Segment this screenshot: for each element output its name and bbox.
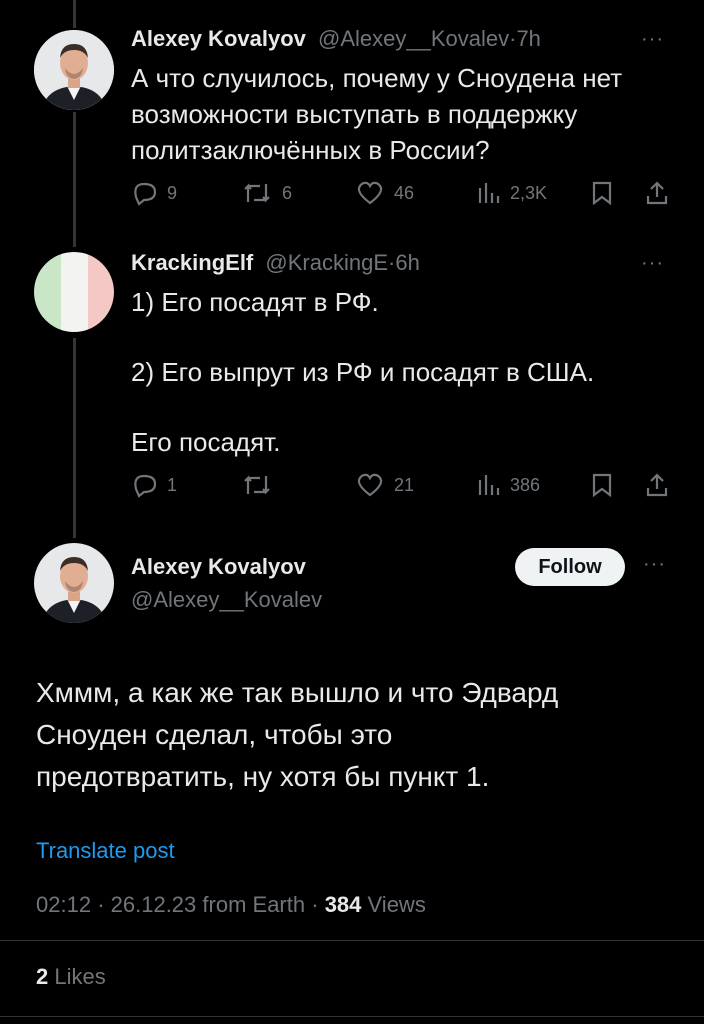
- tweet-line: предотвратить, ну хотя бы пункт 1.: [36, 761, 490, 792]
- views-icon: [478, 183, 500, 203]
- likes-stat[interactable]: 2 Likes: [36, 964, 106, 990]
- views-count: 2,3K: [510, 182, 548, 203]
- avatar[interactable]: [34, 252, 114, 332]
- timestamp[interactable]: 7h: [516, 26, 540, 51]
- like-button[interactable]: 21: [356, 472, 414, 498]
- tweet-line: А что случилось, почему у Сноудена нет: [131, 63, 623, 93]
- more-options-icon[interactable]: ···: [641, 28, 664, 51]
- author-handle[interactable]: @Alexey__Kovalev: [318, 26, 509, 51]
- share-button[interactable]: [645, 180, 669, 206]
- bookmark-button[interactable]: [591, 180, 613, 206]
- avatar[interactable]: [34, 543, 114, 623]
- author-name[interactable]: Alexey Kovalyov: [131, 554, 306, 580]
- post-time[interactable]: 02:12: [36, 892, 91, 917]
- reply-button[interactable]: 1: [131, 472, 177, 498]
- divider: [0, 940, 704, 941]
- share-button[interactable]: [645, 472, 669, 498]
- views-button[interactable]: 2,3K: [476, 180, 547, 206]
- author-handle[interactable]: @Alexey__Kovalev: [131, 587, 322, 613]
- tweet-text: А что случилось, почему у Сноудена нет в…: [131, 60, 622, 168]
- heart-icon: [357, 473, 383, 497]
- thread-line-1: [73, 112, 76, 247]
- separator: ·: [97, 892, 105, 917]
- like-button[interactable]: 46: [356, 180, 414, 206]
- views-count: 386: [510, 474, 541, 495]
- more-options-icon[interactable]: ···: [643, 553, 666, 576]
- tweet-line: Сноуден сделал, чтобы это: [36, 719, 393, 750]
- author-name[interactable]: KrackingElf: [131, 250, 253, 275]
- retweet-count: 6: [282, 182, 293, 203]
- retweet-icon: [244, 183, 270, 203]
- tweet-line: 1) Его посадят в РФ.: [131, 287, 379, 317]
- bookmark-icon: [592, 181, 612, 206]
- tweet-line: 2) Его выпрут из РФ и посадят в США.: [131, 357, 595, 387]
- like-count: 46: [394, 182, 415, 203]
- translate-link[interactable]: Translate post: [36, 838, 175, 864]
- post-date[interactable]: 26.12.23: [111, 892, 197, 917]
- tweet-line: Его посадят.: [131, 427, 281, 457]
- views-icon: [478, 475, 500, 495]
- timestamp[interactable]: 6h: [395, 250, 419, 275]
- heart-icon: [357, 181, 383, 205]
- views-count: 384: [324, 892, 362, 917]
- avatar[interactable]: [34, 30, 114, 110]
- separator: ·: [311, 892, 319, 917]
- reply-button[interactable]: 9: [131, 180, 177, 206]
- more-options-icon[interactable]: ···: [641, 252, 664, 275]
- likes-label: Likes: [54, 964, 106, 989]
- thread-line-2: [73, 338, 76, 538]
- bookmark-icon: [592, 473, 612, 498]
- bookmark-button[interactable]: [591, 472, 613, 498]
- tweet-line: политзаключённых в России?: [131, 135, 490, 165]
- reply-count: 1: [167, 474, 178, 495]
- tweet-text: 1) Его посадят в РФ. 2) Его выпрут из РФ…: [131, 284, 594, 460]
- share-icon: [646, 473, 668, 497]
- views-button[interactable]: 386: [476, 472, 540, 498]
- tweet-line: возможности выступать в поддержку: [131, 99, 578, 129]
- like-count: 21: [394, 474, 415, 495]
- post-source: from Earth: [202, 892, 306, 917]
- flag-avatar-icon: [34, 252, 114, 332]
- author-handle[interactable]: @KrackingE: [265, 250, 388, 275]
- post-meta: 02:12 · 26.12.23 from Earth · 384 Views: [36, 892, 426, 918]
- views-label: Views: [367, 892, 426, 917]
- reply-count: 9: [167, 182, 178, 203]
- likes-count: 2: [36, 964, 49, 989]
- tweet-text: Хммм, а как же так вышло и что Эдвард Сн…: [36, 672, 558, 798]
- follow-button[interactable]: Follow: [515, 548, 625, 586]
- tweet-line: Хммм, а как же так вышло и что Эдвард: [36, 677, 559, 708]
- reply-icon: [134, 182, 157, 206]
- share-icon: [646, 181, 668, 205]
- author-name[interactable]: Alexey Kovalyov: [131, 26, 306, 51]
- thread-line-top: [73, 0, 76, 28]
- user-photo-icon: [34, 30, 114, 110]
- retweet-icon: [244, 475, 270, 495]
- divider: [0, 1016, 704, 1017]
- user-photo-icon: [34, 543, 114, 623]
- reply-icon: [134, 474, 157, 498]
- retweet-button[interactable]: 6: [242, 180, 292, 206]
- retweet-button[interactable]: [242, 472, 282, 498]
